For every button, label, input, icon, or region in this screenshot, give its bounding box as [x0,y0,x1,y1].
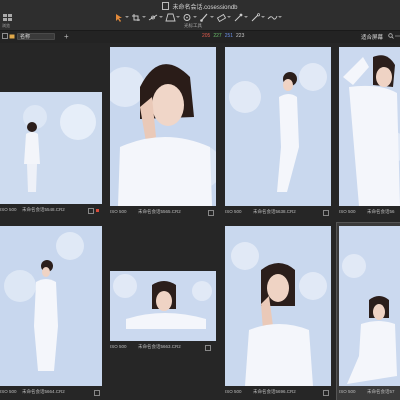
thumbnail-grid: ISO 500 未命名会话5548.CR2 ISO 500 未命名会话5565.… [0,43,400,400]
filename-label: 未命名会话5565.CR2 [138,209,181,214]
photo-thumbnail[interactable] [0,226,102,386]
thumbnail-caption: ISO 500 未命名会话5565.CR2 [110,208,216,216]
filter-bar: 名称 + 205 227 251 223 适合屏幕 [0,31,400,43]
iso-label: ISO 500 [339,389,356,394]
iso-label: ISO 500 [110,344,127,349]
filename-label: 未命名会话5664.CR2 [22,389,65,394]
eraser-icon [216,13,227,22]
window-title: 未命名会话.cosessiondb [0,2,400,11]
thumbnail-caption: ISO 500 未命名会话56 [339,208,400,216]
iso-label: ISO 500 [225,209,242,214]
zoom-fit-label[interactable]: 适合屏幕 [361,33,383,41]
pan-tool-button[interactable] [114,13,129,22]
straighten-tool-button[interactable] [148,13,163,22]
document-icon [162,2,170,10]
thumbnail-caption: ISO 500 未命名会话5638.CR2 [225,208,331,216]
keystone-tool-button[interactable] [165,13,180,22]
portrait-image [0,92,102,204]
select-checkbox[interactable] [208,209,214,216]
sort-select[interactable]: 名称 [17,33,55,40]
thumbnail-cell[interactable]: ISO 500 未命名会话5565.CR2 [110,47,218,218]
filename-label: 未命名会话5548.CR2 [22,207,65,212]
more-icon[interactable] [395,33,400,39]
filename-label: 未命名会话56 [367,209,395,214]
view-icon[interactable] [2,33,8,39]
photo-thumbnail[interactable] [339,47,400,206]
portrait-image [110,47,216,206]
folder-icon[interactable] [9,33,15,39]
color-tag-icon[interactable] [96,208,99,212]
cursor-tools [114,12,282,22]
sort-select-value: 名称 [20,34,31,40]
browse-tool-label: 浏览 [2,23,10,28]
brush-icon [200,13,208,22]
thumbnail-caption: ISO 500 未命名会话5664.CR2 [0,388,102,396]
portrait-image [225,47,331,206]
thumbnail-cell-selected[interactable]: ISO 500 未命名会话57 [336,222,400,400]
thumbnail-cell[interactable]: ISO 500 未命名会话5638.CR2 [224,47,332,218]
filename-label: 未命名会话57 [367,389,395,394]
select-checkbox[interactable] [323,389,329,396]
photo-thumbnail[interactable] [225,47,331,206]
thumbnail-caption: ISO 500 未命名会话5663.CR2 [110,343,216,351]
cursor-tools-label: 光标工具 [184,23,202,28]
pan-icon [116,13,122,22]
filename-label: 未命名会话5696.CR2 [253,389,296,394]
iso-label: ISO 500 [0,207,17,212]
thumbnail-caption: ISO 500 未命名会话5548.CR2 [0,206,102,214]
search-icon[interactable] [388,33,394,39]
red-value: 205 [202,33,211,39]
spot-icon [183,13,191,21]
photo-thumbnail[interactable] [110,271,216,341]
thumbnail-caption: ISO 500 未命名会话57 [339,388,400,396]
iso-label: ISO 500 [110,209,127,214]
thumbnail-cell[interactable]: ISO 500 未命名会话5663.CR2 [110,271,218,400]
portrait-image [0,226,102,386]
select-checkbox[interactable] [323,209,329,216]
gradient-tool-button[interactable] [250,12,265,22]
thumbnail-caption: ISO 500 未命名会话5696.CR2 [225,388,331,396]
photo-thumbnail[interactable] [225,226,331,386]
portrait-image [339,226,400,386]
blue-value: 251 [224,33,234,39]
crop-icon [132,13,140,21]
toolbar: 未命名会话.cosessiondb 浏览 光标工具 [0,0,400,31]
photo-thumbnail[interactable] [110,47,216,206]
filename-label: 未命名会话5638.CR2 [253,209,296,214]
crop-tool-button[interactable] [131,13,146,22]
iso-label: ISO 500 [339,209,356,214]
gradient-icon [251,12,261,21]
spot-tool-button[interactable] [182,13,197,22]
thumbnail-cell[interactable]: ISO 500 未命名会话56 [338,47,400,218]
add-filter-button[interactable]: + [64,32,69,41]
portrait-image [339,47,400,206]
photo-thumbnail[interactable] [339,226,400,386]
green-value: 227 [213,33,222,39]
grid-icon [3,14,12,21]
thumbnail-cell[interactable]: ISO 500 未命名会话5664.CR2 [0,226,108,400]
select-checkbox[interactable] [88,207,94,214]
luminance-value: 223 [236,33,245,39]
select-checkbox[interactable] [205,344,211,351]
iso-label: ISO 500 [0,389,17,394]
brush-tool-button[interactable] [199,13,214,22]
annotate-icon [267,15,278,20]
browse-tool-button[interactable] [2,10,14,21]
keystone-icon [165,13,176,21]
portrait-image [225,226,331,386]
window-title-text: 未命名会话.cosessiondb [172,5,238,11]
rgb-readout: 205 227 251 223 [202,33,244,39]
thumbnail-cell[interactable]: ISO 500 未命名会话5696.CR2 [224,226,332,400]
picker-icon [234,13,243,21]
photo-thumbnail[interactable] [0,92,102,204]
eraser-tool-button[interactable] [216,13,231,22]
picker-tool-button[interactable] [233,13,248,22]
portrait-image [110,271,216,341]
annotate-tool-button[interactable] [267,13,282,22]
thumbnail-cell[interactable]: ISO 500 未命名会话5548.CR2 [0,43,108,218]
filename-label: 未命名会话5663.CR2 [138,344,181,349]
straighten-icon [148,14,158,20]
select-checkbox[interactable] [94,389,100,396]
iso-label: ISO 500 [225,389,242,394]
